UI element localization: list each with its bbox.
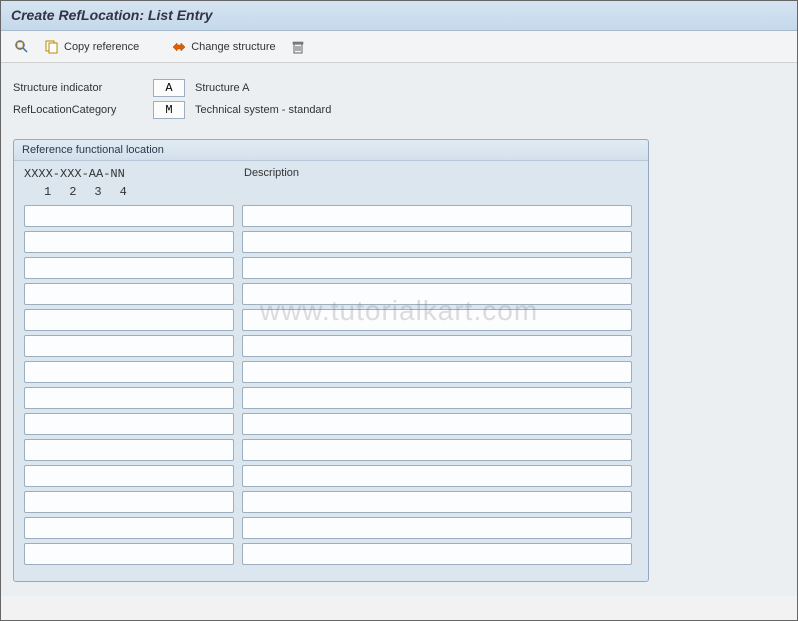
code-input[interactable] [24,283,234,305]
table-row [24,465,638,487]
segment-row: 1 2 3 4 [14,183,648,205]
description-input[interactable] [242,335,632,357]
code-input[interactable] [24,413,234,435]
table-row [24,387,638,409]
code-input[interactable] [24,335,234,357]
table-row [24,205,638,227]
code-input[interactable] [24,361,234,383]
table-row [24,361,638,383]
ref-location-category-desc: Technical system - standard [195,104,331,116]
code-input[interactable] [24,257,234,279]
code-input[interactable] [24,309,234,331]
table-row [24,517,638,539]
structure-indicator-label: Structure indicator [13,82,153,94]
table-row [24,231,638,253]
ref-location-category-row: RefLocationCategory Technical system - s… [13,99,785,121]
description-input[interactable] [242,517,632,539]
description-input[interactable] [242,231,632,253]
table-row [24,543,638,565]
groupbox-title: Reference functional location [14,140,648,161]
table-row [24,439,638,461]
description-input[interactable] [242,361,632,383]
mask-header: XXXX-XXX-AA-NN [24,167,244,181]
page-title: Create RefLocation: List Entry [11,7,787,23]
structure-indicator-input[interactable] [153,79,185,97]
print-preview-icon [14,39,30,55]
description-header: Description [244,167,299,181]
code-input[interactable] [24,543,234,565]
code-input[interactable] [24,387,234,409]
description-input[interactable] [242,491,632,513]
table-row [24,257,638,279]
table-row [24,335,638,357]
code-input[interactable] [24,231,234,253]
description-input[interactable] [242,543,632,565]
change-structure-icon [171,39,187,55]
table-row [24,413,638,435]
segment-3: 3 [94,185,101,199]
title-bar: Create RefLocation: List Entry [1,1,797,31]
ref-location-category-input[interactable] [153,101,185,119]
delete-button[interactable] [285,36,311,58]
change-structure-label: Change structure [191,41,275,53]
reference-location-groupbox: Reference functional location XXXX-XXX-A… [13,139,649,582]
description-input[interactable] [242,257,632,279]
copy-reference-label: Copy reference [64,41,139,53]
code-input[interactable] [24,517,234,539]
segment-4: 4 [120,185,127,199]
table-row [24,283,638,305]
content-area: Structure indicator Structure A RefLocat… [1,63,797,596]
description-input[interactable] [242,309,632,331]
description-input[interactable] [242,413,632,435]
description-input[interactable] [242,439,632,461]
table-row [24,309,638,331]
structure-indicator-row: Structure indicator Structure A [13,77,785,99]
structure-indicator-desc: Structure A [195,82,249,94]
print-preview-button[interactable] [9,36,35,58]
change-structure-button[interactable]: Change structure [166,36,280,58]
segment-1: 1 [44,185,51,199]
toolbar: Copy reference Change structure [1,31,797,63]
data-rows [14,205,648,565]
code-input[interactable] [24,439,234,461]
table-row [24,491,638,513]
table-header: XXXX-XXX-AA-NN Description [14,161,648,183]
description-input[interactable] [242,387,632,409]
code-input[interactable] [24,205,234,227]
description-input[interactable] [242,283,632,305]
code-input[interactable] [24,465,234,487]
description-input[interactable] [242,465,632,487]
copy-icon [44,39,60,55]
description-input[interactable] [242,205,632,227]
trash-icon [290,39,306,55]
segment-2: 2 [69,185,76,199]
ref-location-category-label: RefLocationCategory [13,104,153,116]
copy-reference-button[interactable]: Copy reference [39,36,144,58]
code-input[interactable] [24,491,234,513]
